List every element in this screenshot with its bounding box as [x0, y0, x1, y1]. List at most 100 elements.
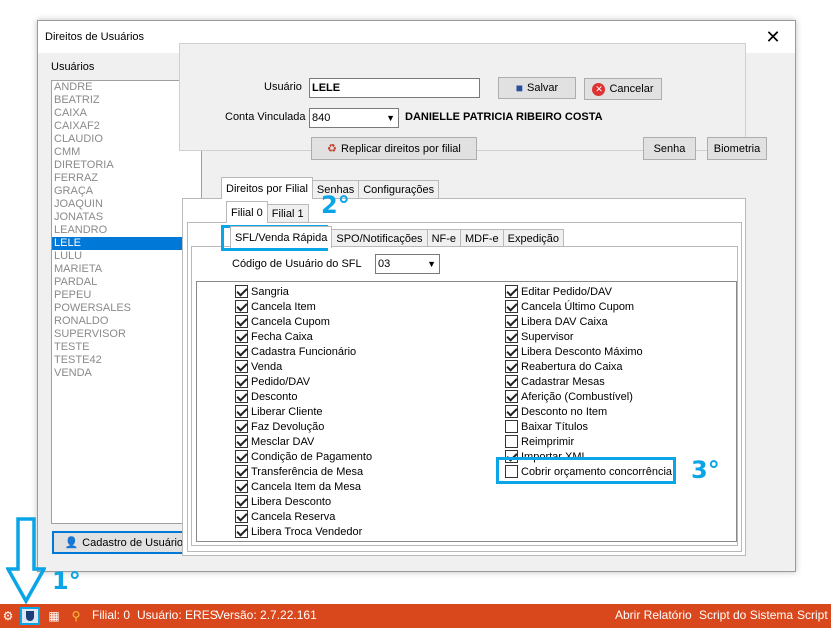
abrir-relatorio-link[interactable]: Abrir Relatório [615, 608, 692, 622]
right-checkbox-item[interactable]: Reabertura do Caixa [505, 359, 672, 374]
right-checkbox-item[interactable]: Aferição (Combustível) [505, 389, 672, 404]
checkbox-label: Cancela Reserva [251, 510, 336, 523]
checkbox[interactable] [235, 510, 248, 523]
replicar-label: Replicar direitos por filial [341, 142, 461, 155]
right-checkbox-item[interactable]: Cadastrar Mesas [505, 374, 672, 389]
right-checkbox-item[interactable]: Condição de Pagamento [235, 449, 372, 464]
shield-icon[interactable] [20, 607, 40, 625]
right-checkbox-item[interactable]: Libera Troca Vendedor [235, 524, 372, 539]
user-list-item[interactable]: MARIETA [52, 263, 201, 276]
right-checkbox-item[interactable]: Liberar Cliente [235, 404, 372, 419]
checkbox[interactable] [235, 450, 248, 463]
user-list-item[interactable]: LULU [52, 250, 201, 263]
user-list-item[interactable]: VENDA [52, 367, 201, 380]
right-checkbox-item[interactable]: Editar Pedido/DAV [505, 284, 672, 299]
user-list-item[interactable]: PEPEU [52, 289, 201, 302]
user-list-item[interactable]: DIRETORIA [52, 159, 201, 172]
checkbox[interactable] [235, 435, 248, 448]
user-list-item[interactable]: POWERSALES [52, 302, 201, 315]
checkbox[interactable] [235, 495, 248, 508]
checkbox[interactable] [235, 405, 248, 418]
right-checkbox-item[interactable]: Mesclar DAV [235, 434, 372, 449]
cadastro-usuarios-button[interactable]: 👤 Cadastro de Usuários [52, 531, 201, 554]
user-list-item[interactable]: SUPERVISOR [52, 328, 201, 341]
cancelar-button[interactable]: ✕ Cancelar [584, 78, 662, 100]
right-checkbox-item[interactable]: Supervisor [505, 329, 672, 344]
script-do-sistema-link[interactable]: Script do Sistema [699, 608, 793, 622]
app-icon[interactable]: ⚙ [0, 608, 16, 624]
checkbox[interactable] [235, 315, 248, 328]
right-checkbox-item[interactable]: Cancela Reserva [235, 509, 372, 524]
user-list-item[interactable]: LELE [52, 237, 201, 250]
user-list-item[interactable]: LEANDRO [52, 224, 201, 237]
right-checkbox-item[interactable]: Pedido/DAV [235, 374, 372, 389]
conta-vinculada-select[interactable]: 840 ▼ [309, 108, 399, 128]
user-list-item[interactable]: RONALDO [52, 315, 201, 328]
replicar-direitos-button[interactable]: ♻ Replicar direitos por filial [311, 137, 477, 160]
checkbox[interactable] [505, 285, 518, 298]
right-checkbox-item[interactable]: Cancela Último Cupom [505, 299, 672, 314]
checkbox[interactable] [505, 435, 518, 448]
biometria-button[interactable]: Biometria [707, 137, 767, 160]
checkbox[interactable] [235, 330, 248, 343]
calculator-icon[interactable]: ▦ [46, 608, 62, 624]
user-list-item[interactable]: JOAQUIN [52, 198, 201, 211]
right-checkbox-item[interactable]: Transferência de Mesa [235, 464, 372, 479]
user-list-item[interactable]: PARDAL [52, 276, 201, 289]
tab-direitos-por-filial[interactable]: Direitos por Filial [221, 177, 313, 199]
right-checkbox-item[interactable]: Libera Desconto [235, 494, 372, 509]
usuario-input[interactable]: LELE [309, 78, 480, 98]
salvar-button[interactable]: ■ Salvar [498, 77, 576, 99]
checkbox[interactable] [235, 525, 248, 538]
tab-configuracoes[interactable]: Configurações [358, 180, 440, 199]
right-checkbox-item[interactable]: Faz Devolução [235, 419, 372, 434]
checkbox[interactable] [505, 360, 518, 373]
checkbox[interactable] [505, 420, 518, 433]
senha-button[interactable]: Senha [643, 137, 696, 160]
right-checkbox-item[interactable]: Fecha Caixa [235, 329, 372, 344]
right-checkbox-item[interactable]: Libera DAV Caixa [505, 314, 672, 329]
user-list-item[interactable]: TESTE [52, 341, 201, 354]
checkbox[interactable] [235, 420, 248, 433]
checkbox[interactable] [235, 480, 248, 493]
user-list-item[interactable]: JONATAS [52, 211, 201, 224]
tab-sfl-venda-rapida[interactable]: SFL/Venda Rápida [230, 226, 333, 248]
rights-right-column: Editar Pedido/DAV Cancela Último Cupom Lib… [505, 284, 672, 479]
checkbox[interactable] [235, 360, 248, 373]
right-checkbox-item[interactable]: Reimprimir [505, 434, 672, 449]
checkbox[interactable] [505, 315, 518, 328]
right-checkbox-item[interactable]: Desconto [235, 389, 372, 404]
tab-filial-1[interactable]: Filial 1 [266, 204, 309, 223]
right-checkbox-item[interactable]: Libera Desconto Máximo [505, 344, 672, 359]
checkbox[interactable] [235, 345, 248, 358]
right-checkbox-item[interactable]: Cancela Cupom [235, 314, 372, 329]
checkbox[interactable] [505, 405, 518, 418]
right-checkbox-item[interactable]: Cancela Item da Mesa [235, 479, 372, 494]
checkbox[interactable] [235, 465, 248, 478]
checkbox[interactable] [505, 375, 518, 388]
conta-vinculada-name: DANIELLE PATRICIA RIBEIRO COSTA [405, 111, 603, 123]
user-list-item[interactable]: GRAÇA [52, 185, 201, 198]
users-label: Usuários [51, 61, 95, 73]
right-checkbox-item[interactable]: Sangria [235, 284, 372, 299]
user-list-item[interactable]: FERRAZ [52, 172, 201, 185]
key-icon[interactable]: ⚲ [68, 608, 84, 624]
right-checkbox-item[interactable]: Cadastra Funcionário [235, 344, 372, 359]
right-checkbox-item[interactable]: Venda [235, 359, 372, 374]
checkbox[interactable] [505, 345, 518, 358]
close-icon[interactable]: ✕ [751, 21, 795, 53]
script-link[interactable]: Script [797, 608, 831, 622]
checkbox[interactable] [235, 300, 248, 313]
tab-filial-0[interactable]: Filial 0 [226, 201, 268, 223]
checkbox[interactable] [235, 390, 248, 403]
checkbox[interactable] [505, 300, 518, 313]
codigo-usuario-select[interactable]: 03 ▼ [375, 254, 440, 274]
checkbox[interactable] [505, 390, 518, 403]
user-list-item[interactable]: TESTE42 [52, 354, 201, 367]
right-checkbox-item[interactable]: Cancela Item [235, 299, 372, 314]
checkbox[interactable] [235, 375, 248, 388]
checkbox[interactable] [235, 285, 248, 298]
right-checkbox-item[interactable]: Desconto no Item [505, 404, 672, 419]
right-checkbox-item[interactable]: Baixar Títulos [505, 419, 672, 434]
checkbox[interactable] [505, 330, 518, 343]
